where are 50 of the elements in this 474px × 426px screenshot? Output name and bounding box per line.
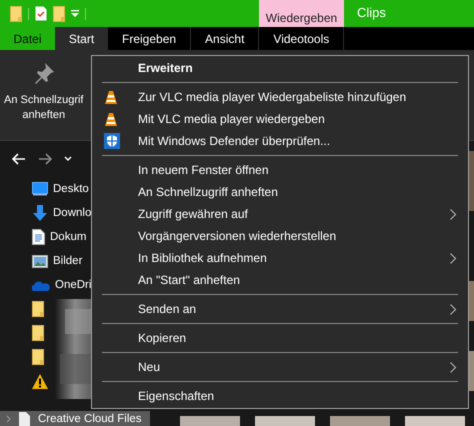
nav-item[interactable]: OneDri — [55, 279, 92, 291]
menu-item[interactable]: In Bibliothek aufnehmen — [92, 247, 468, 269]
menu-item[interactable]: Erweitern — [92, 57, 468, 79]
menu-item[interactable]: Neu — [92, 356, 468, 378]
pin-icon — [32, 62, 55, 84]
menu-item[interactable]: Vorgängerversionen wiederherstellen — [92, 225, 468, 247]
menu-item[interactable]: Mit VLC media player wiedergeben — [92, 108, 468, 130]
menu-item[interactable]: Eigenschaften — [92, 385, 468, 407]
menu-item[interactable]: An Schnellzugriff anheften — [92, 181, 468, 203]
menu-item[interactable]: Zugriff gewähren auf — [92, 203, 468, 225]
menu-item[interactable]: In neuem Fenster öffnen — [92, 159, 468, 181]
menu-item[interactable]: Kopieren — [92, 327, 468, 349]
warning-icon — [32, 374, 48, 388]
nav-item[interactable]: Creative Cloud Files — [0, 411, 150, 426]
nav-item[interactable]: Downlo — [53, 207, 92, 219]
traffic-cone-icon — [104, 90, 118, 104]
document-check-icon[interactable] — [35, 6, 47, 21]
dropdown-icon[interactable] — [71, 10, 79, 18]
folder-icon — [32, 301, 44, 317]
download-icon — [32, 205, 48, 221]
chevron-right-icon — [450, 252, 456, 264]
back-arrow-icon[interactable] — [12, 153, 26, 165]
forward-arrow-icon[interactable] — [38, 153, 52, 165]
cloud-icon — [32, 280, 50, 290]
chevron-right-icon — [450, 304, 456, 314]
nav-item[interactable]: Bilder — [53, 255, 82, 267]
menu-item[interactable]: Mit Windows Defender überprüfen... — [92, 130, 468, 152]
chevron-right-icon — [450, 362, 456, 372]
contextual-tab-group: Wiedergeben — [259, 0, 344, 27]
file-tab[interactable]: Datei — [0, 27, 56, 50]
menu-item[interactable]: Zur VLC media player Wiedergabeliste hinzufügen — [92, 86, 468, 108]
menu-item[interactable]: Senden an — [92, 298, 468, 320]
pin-button-label[interactable]: An Schnellzugrif anheften — [4, 93, 84, 123]
folder-icon — [53, 6, 65, 22]
folder-icon — [10, 6, 22, 22]
chevron-right-icon — [450, 208, 456, 220]
folder-icon — [32, 325, 44, 341]
document-icon — [32, 229, 45, 245]
shield-icon — [104, 133, 120, 149]
ribbon-tab[interactable]: Start — [56, 27, 108, 50]
window-title: Clips — [356, 4, 386, 22]
menu-item[interactable]: An "Start" anheften — [92, 269, 468, 291]
nav-item[interactable]: Dokum — [50, 231, 86, 243]
nav-item[interactable]: Deskto — [53, 183, 89, 195]
folder-icon — [32, 349, 44, 365]
file-icon — [19, 412, 30, 426]
traffic-cone-icon — [104, 112, 118, 126]
monitor-icon — [32, 182, 48, 196]
image-icon — [32, 254, 48, 268]
chevron-down-icon[interactable] — [64, 156, 72, 162]
